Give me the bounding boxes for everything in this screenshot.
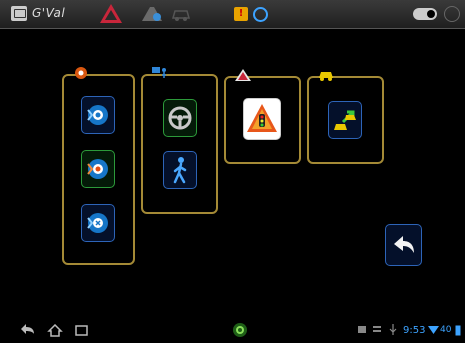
car-icon bbox=[319, 72, 333, 81]
notification-icon bbox=[373, 326, 381, 332]
status-bar: G'Val ! bbox=[0, 0, 465, 29]
ring-icon bbox=[253, 7, 268, 22]
battery-icon bbox=[455, 325, 461, 336]
warning-triangle-icon bbox=[100, 4, 122, 23]
car-dim-icon bbox=[172, 10, 190, 21]
vehicle-group bbox=[307, 72, 384, 164]
system-nav-bar: 9:53 40 bbox=[0, 318, 465, 343]
clock: 9:53 bbox=[403, 325, 426, 336]
screenshot-icon bbox=[358, 326, 366, 333]
sensor-front-button[interactable] bbox=[81, 96, 115, 134]
app-icon bbox=[11, 6, 27, 21]
steering-wheel-button[interactable] bbox=[163, 99, 197, 137]
eye-warning-icon bbox=[75, 67, 87, 79]
recent-apps-icon[interactable] bbox=[75, 324, 89, 336]
back-arrow-icon bbox=[393, 236, 414, 253]
car-transfer-icon bbox=[334, 110, 356, 130]
back-nav-icon[interactable] bbox=[20, 324, 36, 336]
usb-icon bbox=[389, 324, 397, 335]
sensor-blue-icon bbox=[87, 105, 108, 125]
sensor-cross-icon bbox=[87, 213, 108, 233]
alert-icon: ! bbox=[234, 7, 248, 21]
power-icon[interactable] bbox=[444, 6, 460, 22]
person-camera-icon bbox=[152, 67, 166, 78]
warning-group bbox=[224, 69, 301, 164]
battery-level: 40 bbox=[440, 325, 452, 335]
traffic-light-warning-icon bbox=[247, 104, 277, 132]
sensor-green-icon bbox=[87, 159, 108, 179]
pedestrian-button[interactable] bbox=[163, 151, 197, 189]
wifi-icon bbox=[428, 326, 439, 334]
car-transfer-button[interactable] bbox=[328, 101, 362, 139]
steering-wheel-icon bbox=[168, 106, 192, 130]
home-nav-icon[interactable] bbox=[47, 324, 63, 337]
app-drawer-icon[interactable] bbox=[232, 322, 248, 338]
warning-triangle-icon bbox=[235, 69, 251, 81]
sensor-side-button[interactable] bbox=[81, 150, 115, 188]
pedestrian-icon bbox=[173, 157, 187, 184]
traffic-warning-button[interactable] bbox=[243, 98, 281, 140]
road-car-icon bbox=[142, 7, 162, 21]
app-title: G'Val bbox=[32, 6, 66, 20]
driver-group bbox=[141, 67, 218, 214]
sensor-group bbox=[62, 67, 135, 265]
back-button[interactable] bbox=[385, 224, 422, 266]
sensor-off-button[interactable] bbox=[81, 204, 115, 242]
toggle-icon[interactable] bbox=[413, 8, 437, 20]
